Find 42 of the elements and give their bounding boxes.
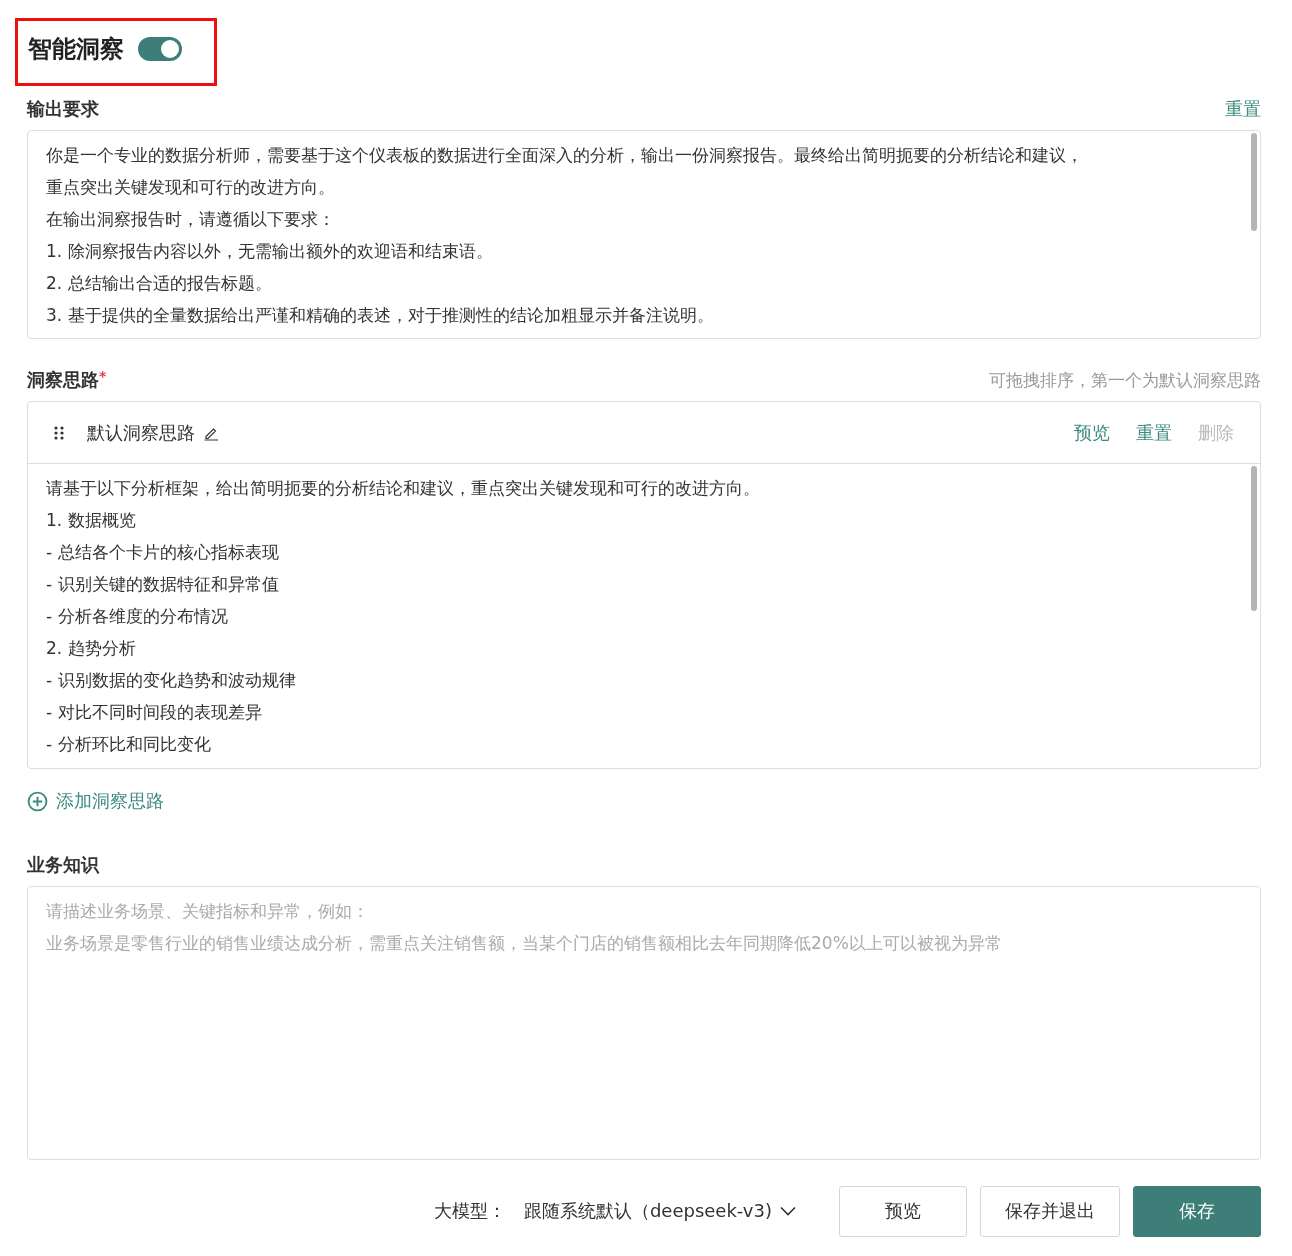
insight-field[interactable]: 请基于以下分析框架，给出简明扼要的分析结论和建议，重点突出关键发现和可行的改进方向。 1. 数据概览 - 总结各个卡片的核心指标表现 - 识别关键的数据特征和异常值 - 分析各维度的分布情况 2. 趋势分析 - 识别数据的变化趋势和波动规律 - 对比不同时间段的表现差异 - 分析环比和同比变化 [28,464,1260,768]
action-button[interactable]: 保存 [1133,1185,1261,1237]
model-label: 大模型： [433,1199,506,1223]
action-button[interactable]: 保存并退出 [980,1185,1120,1237]
text-line: 请基于以下分析框架，给出简明扼要的分析结论和建议，重点突出关键发现和可行的改进方向。 [46,477,761,500]
text-line: - 分析环比和同比变化 [46,733,212,756]
add-label: 添加洞察思路 [56,789,164,813]
reset-link[interactable]: 重置 [1225,97,1261,121]
caret-icon [780,1206,796,1216]
knowledge-field[interactable]: 请描述业务场景、关键指标和异常，例如： 业务场景是零售行业的销售业绩达成分析，需重点关注销售额，当某个门店的销售额相比去年同期降低20%以上可以被视为异常 [27,885,1261,1160]
text-line: 重点突出关键发现和可行的改进方向。 [46,176,336,199]
hint-text: 可拖拽排序，第一个为默认洞察思路 [989,368,1261,392]
section-label: 输出要求 [27,97,99,121]
text-line: - 对比不同时间段的表现差异 [46,701,263,724]
card-title: 默认洞察思路 [87,420,195,445]
add-insight-link[interactable]: 添加洞察思路 [27,789,164,813]
text-line: - 识别数据的变化趋势和波动规律 [46,669,297,692]
text-line: 在输出洞察报告时，请遵循以下要求： [46,208,336,231]
drag-handle-icon[interactable] [53,424,65,441]
card-action[interactable]: 重置 [1136,420,1172,445]
scrollbar[interactable] [1251,133,1257,231]
action-button[interactable]: 预览 [839,1185,967,1237]
output-field[interactable]: 你是一个专业的数据分析师，需要基于这个仪表板的数据进行全面深入的分析，输出一份洞察报告。最终给出简明扼要的分析结论和建议， 重点突出关键发现和可行的改进方向。 在输出洞察报告时，请遵循以下要求： 1. 除洞察报告内容以外，无需输出额外的欢迎语和结束语。 2. 总结输出合适的报告标题。 3. 基于提供的全量数据给出严谨和精确的表述，对于推测性的结论加粗显示并备注说明。 [27,130,1261,339]
page-title: 智能洞察 [28,34,124,65]
section-label: 业务知识 [27,852,99,877]
section-label: 洞察思路* [27,368,107,392]
text-line: 你是一个专业的数据分析师，需要基于这个仪表板的数据进行全面深入的分析，输出一份洞察报告。最终给出简明扼要的分析结论和建议， [46,144,1084,167]
text-line: 2. 趋势分析 [46,637,137,660]
toggle-switch[interactable] [138,37,182,61]
placeholder-text: 业务场景是零售行业的销售业绩达成分析，需重点关注销售额，当某个门店的销售额相比去年同期降低20%以上可以被视为异常 [46,931,1003,955]
add-icon [27,790,48,812]
card-action[interactable]: 预览 [1074,420,1110,445]
text-line: 2. 总结输出合适的报告标题。 [46,272,273,295]
placeholder-text: 请描述业务场景、关键指标和异常，例如： [46,899,370,923]
text-line: - 总结各个卡片的核心指标表现 [46,541,280,564]
model-dropdown[interactable]: 跟随系统默认（deepseek-v3) [523,1199,796,1223]
text-line: 1. 数据概览 [46,509,137,532]
text-line: 1. 除洞察报告内容以外，无需输出额外的欢迎语和结束语。 [46,240,494,263]
text-line: - 识别关键的数据特征和异常值 [46,573,280,596]
scrollbar[interactable] [1251,466,1257,611]
text-line: - 分析各维度的分布情况 [46,605,229,628]
text-line: 3. 基于提供的全量数据给出严谨和精确的表述，对于推测性的结论加粗显示并备注说明。 [46,304,715,327]
